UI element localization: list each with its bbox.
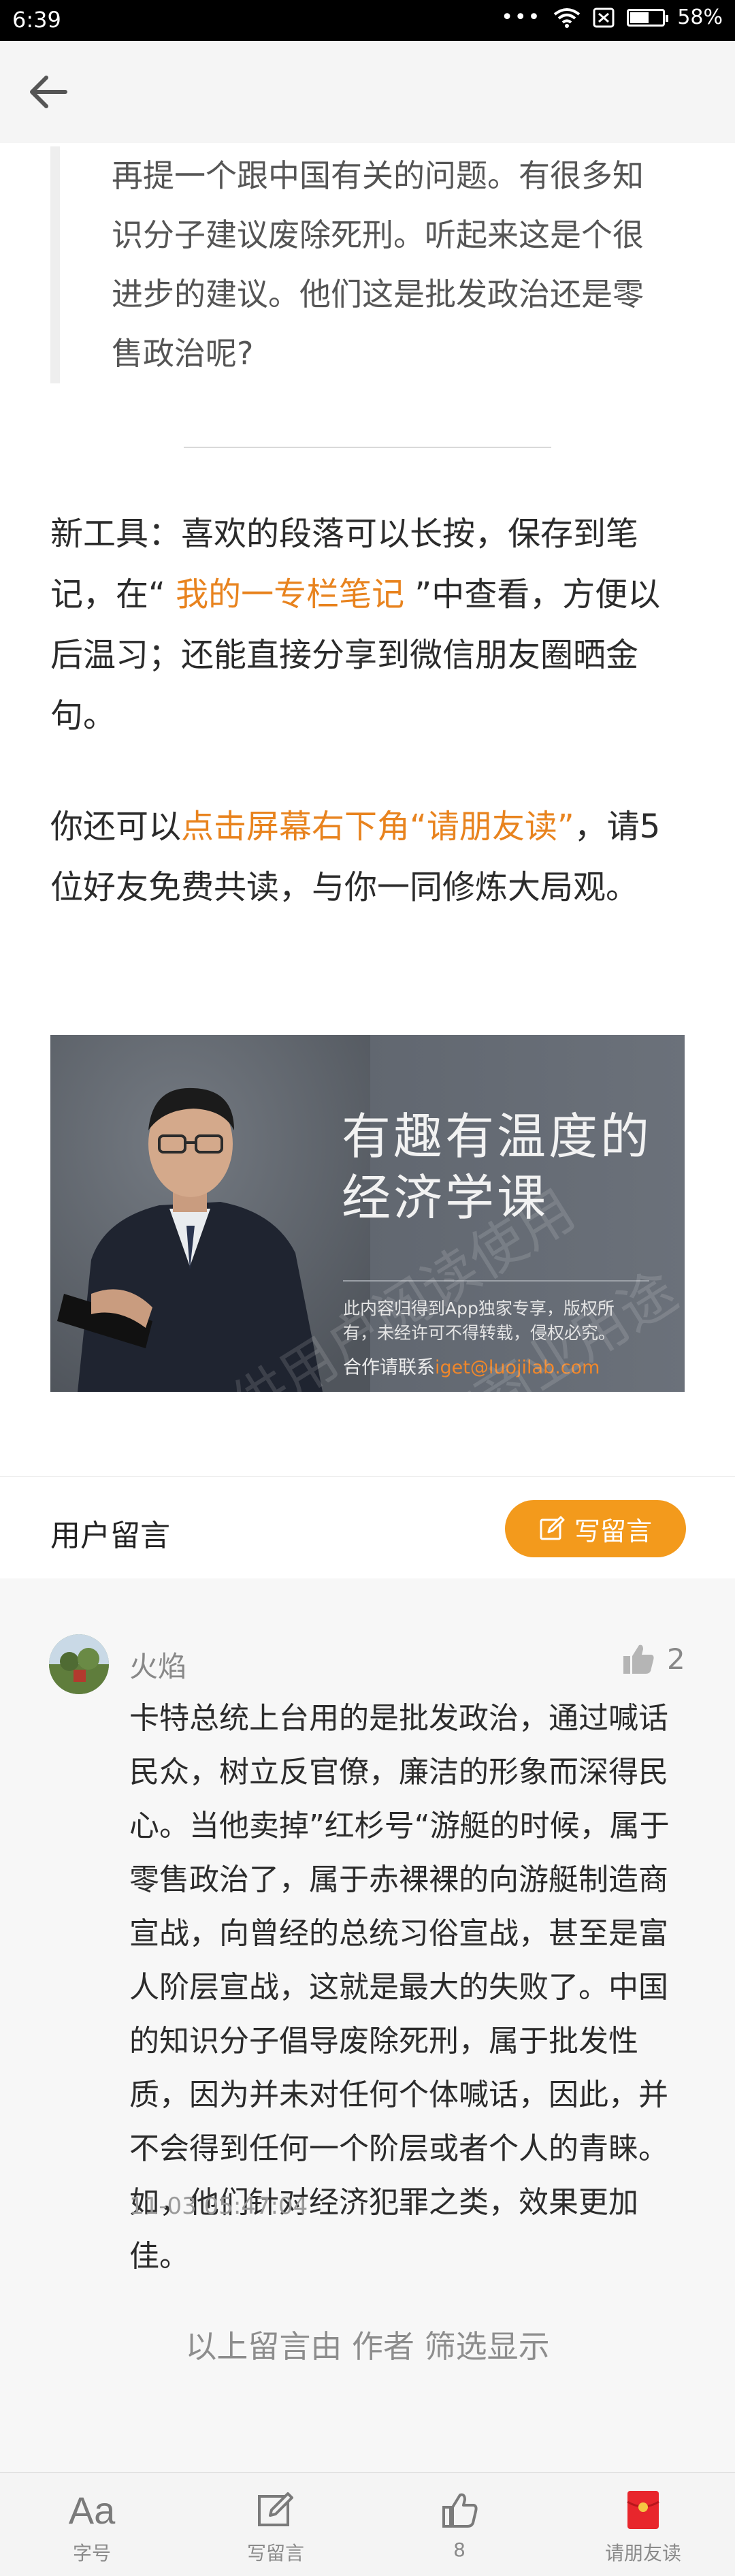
avatar-image <box>49 1634 109 1694</box>
article-quote: 再提一个跟中国有关的问题。有很多知 识分子建议废除死刑。听起来这是个很 进步的建… <box>50 146 683 383</box>
bottom-toolbar: Aa 字号 写留言 8 请朋友读 <box>0 2472 735 2576</box>
quote-line: 再提一个跟中国有关的问题。有很多知 <box>112 157 644 194</box>
font-size-icon: Aa <box>68 2488 116 2532</box>
section-divider <box>184 447 551 448</box>
share-friends-button[interactable]: 请朋友读 <box>551 2473 735 2576</box>
sim-icon <box>593 7 615 27</box>
comment-timestamp: 11-03 05:47:04 <box>129 2193 308 2220</box>
edit-icon <box>540 1516 565 1540</box>
battery-icon <box>627 8 669 27</box>
notes-tip: 新工具：喜欢的段落可以长按，保存到笔记，在“ 我的一专栏笔记 ”中查看，方便以后… <box>50 504 683 746</box>
status-icons: ••• 58% <box>501 5 723 29</box>
share-tip-text: 你还可以 <box>50 808 182 846</box>
share-friends-label: 请朋友读 <box>604 2542 681 2564</box>
comment-like-count: 2 <box>667 1642 685 1676</box>
like-count: 8 <box>453 2539 466 2561</box>
battery-level <box>630 12 649 23</box>
write-comment-label: 写留言 <box>574 1516 652 1546</box>
comments-title: 用户留言 <box>50 1518 170 1553</box>
arrow-left-icon[interactable] <box>24 68 72 116</box>
font-size-button[interactable]: Aa 字号 <box>0 2473 184 2576</box>
red-envelope-icon <box>627 2491 659 2529</box>
share-tip: 你还可以点击屏幕右下角“请朋友读”，请5位好友免费共读，与你一同修炼大局观。 <box>50 797 683 918</box>
avatar[interactable] <box>49 1634 109 1694</box>
status-time: 6:39 <box>12 7 61 33</box>
font-size-label: 字号 <box>72 2542 111 2564</box>
quote-line: 识分子建议废除死刑。听起来这是个很 <box>112 217 644 253</box>
nav-bar <box>0 41 735 143</box>
quote-line: 进步的建议。他们这是批发政治还是零 <box>112 276 644 313</box>
write-comment-tab-label: 写留言 <box>246 2542 304 2564</box>
edit-icon <box>258 2492 293 2526</box>
my-notes-link[interactable]: 我的一专栏笔记 <box>165 575 415 614</box>
course-banner[interactable]: 有趣有温度的 经济学课 此内容归得到App独家专享，版权所 有，未经许可不得转载… <box>50 1035 685 1392</box>
wifi-icon <box>554 7 581 28</box>
status-bar: 6:39 ••• 58% <box>0 0 735 41</box>
comment-username[interactable]: 火焰 <box>129 1644 186 1685</box>
write-comment-tab[interactable]: 写留言 <box>184 2473 368 2576</box>
quote-line: 售政治呢? <box>112 335 254 372</box>
write-comment-button[interactable]: 写留言 <box>505 1500 686 1557</box>
thumbs-up-icon <box>442 2493 478 2528</box>
comments-header: 用户留言 写留言 <box>0 1476 735 1578</box>
more-dots-icon: ••• <box>501 5 542 29</box>
battery-percent: 58% <box>677 5 723 29</box>
comments-filter-note: 以上留言由 作者 筛选显示 <box>185 2328 550 2365</box>
share-tip-link[interactable]: 点击屏幕右下角“请朋友读” <box>181 808 574 846</box>
thumbs-up-icon[interactable] <box>621 1641 656 1676</box>
like-button[interactable]: 8 <box>368 2473 551 2576</box>
